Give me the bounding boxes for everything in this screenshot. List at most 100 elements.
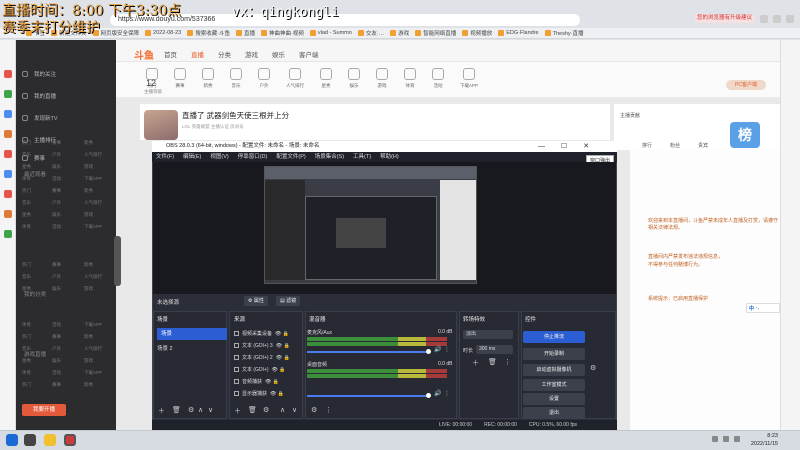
sidebar-category-link[interactable]: 娱乐 [52, 164, 61, 170]
speaker-icon[interactable]: 🔊 [434, 390, 441, 397]
sidebar-category-link[interactable]: 星秀 [22, 358, 31, 364]
sidebar-category-link[interactable]: 赛事 [52, 188, 61, 194]
ime-toolbar[interactable]: 中 ·, [746, 303, 780, 313]
sidebar-category-link[interactable]: 户外 [52, 152, 61, 158]
pc-client-button[interactable]: PC客户端 [726, 80, 766, 90]
douyu-logo[interactable]: 斗鱼 [134, 47, 154, 62]
sidebar-category-link[interactable]: 户外 [52, 346, 61, 352]
scene-up-icon[interactable]: ∧ [198, 406, 203, 414]
sidebar-category-link[interactable]: 活动 [52, 322, 61, 328]
star-icon[interactable] [773, 14, 781, 23]
remove-source-icon[interactable]: 🗑 [248, 406, 257, 414]
category-shortcut[interactable]: 下载APP [460, 62, 478, 97]
sidebar-category-link[interactable]: 热门 [22, 262, 31, 268]
bookmark-item[interactable]: 搜索收藏·斗鱼 [187, 29, 230, 37]
app-icon-green[interactable] [4, 90, 12, 98]
sidebar-category-link[interactable]: 下载APP [84, 322, 102, 328]
sidebar-category-link[interactable]: 新秀 [84, 188, 93, 194]
tab-vip[interactable]: 贵宾 [698, 142, 708, 149]
category-shortcut[interactable]: 人气排行 [286, 62, 304, 97]
sidebar-category-link[interactable]: 人气排行 [84, 200, 102, 206]
sidebar-category-link[interactable]: 音乐 [22, 274, 31, 280]
app-icon-blue-2[interactable] [4, 170, 12, 178]
go-live-button[interactable]: 我要开播 [22, 404, 66, 416]
stop-stream-button[interactable]: 停止推流 [523, 331, 585, 343]
settings-button[interactable]: 设置 [523, 393, 585, 405]
category-shortcut[interactable]: 体育 [404, 62, 416, 97]
extension-icon[interactable] [760, 14, 768, 23]
mixer-volume-knob[interactable] [426, 349, 431, 354]
mixer-settings-icon[interactable]: ⚙ [311, 406, 317, 414]
category-shortcut[interactable]: 新秀 [202, 62, 214, 97]
sidebar-category-link[interactable]: 新秀 [84, 382, 93, 388]
sidebar-category-link[interactable]: 音乐 [22, 152, 31, 158]
sidebar-category-link[interactable]: 星秀 [22, 164, 31, 170]
category-shortcut[interactable]: 音乐 [230, 62, 242, 97]
more-icon[interactable]: ⋮ [444, 390, 450, 397]
sidebar-category-link[interactable]: 娱乐 [52, 286, 61, 292]
nav-tab-client[interactable]: 客户端 [299, 49, 319, 59]
sidebar-category-link[interactable]: 热门 [22, 188, 31, 194]
more-icon[interactable]: ⋮ [444, 346, 450, 353]
minimize-button[interactable]: — [538, 141, 545, 152]
bookmark-item[interactable]: vlad - Summo [309, 30, 352, 36]
app-icon-orange-2[interactable] [4, 210, 12, 218]
tab-fans[interactable]: 粉丝 [670, 142, 680, 149]
mixer-menu-icon[interactable]: ⋮ [325, 406, 332, 414]
sidebar-category-link[interactable]: 赛事 [52, 262, 61, 268]
sidebar-category-link[interactable]: 热门 [22, 334, 31, 340]
add-transition-icon[interactable]: ＋ [472, 358, 479, 368]
sidebar-category-link[interactable]: 赛事 [52, 334, 61, 340]
nav-tab-category[interactable]: 分类 [218, 49, 231, 59]
sidebar-item-my-live[interactable]: 我的直播 [22, 92, 56, 100]
category-shortcut[interactable]: 游戏 [376, 62, 388, 97]
sidebar-scrollbar[interactable] [114, 236, 121, 286]
sidebar-category-link[interactable]: 下载APP [84, 176, 102, 182]
transition-type-select[interactable]: 淡出 [463, 330, 513, 339]
speaker-icon[interactable]: 🔊 [434, 346, 441, 353]
sidebar-category-link[interactable]: 人气排行 [84, 346, 102, 352]
nav-tab-live[interactable]: 直播 [191, 49, 204, 59]
sidebar-category-link[interactable]: 体育 [22, 176, 31, 182]
add-scene-icon[interactable]: ＋ [158, 406, 165, 416]
exit-button[interactable]: 退出 [523, 407, 585, 419]
category-shortcut[interactable]: 赛事 [174, 62, 186, 97]
app-icon-blue[interactable] [4, 110, 12, 118]
sidebar-category-link[interactable]: 体育 [22, 322, 31, 328]
source-item[interactable]: 文本 (GDI+) 👁 🔒 [234, 366, 286, 373]
close-button[interactable]: ✕ [583, 141, 589, 152]
sidebar-category-link[interactable]: 游戏 [84, 212, 93, 218]
sidebar-category-link[interactable]: 星秀 [22, 286, 31, 292]
source-item[interactable]: 音频捕获 👁 🔒 [234, 378, 279, 385]
source-up-icon[interactable]: ∧ [280, 406, 285, 414]
bookmark-item[interactable]: 神曲神曲·视频 [261, 29, 304, 37]
app-icon-green-2[interactable] [4, 230, 12, 238]
category-shortcut[interactable]: 户外 [258, 62, 270, 97]
browser-alert[interactable]: 您的浏览器有升级建议 [693, 14, 755, 23]
obs-menu-item[interactable]: 文件(F) [156, 152, 174, 162]
bookmark-item[interactable]: 视频播放 [462, 29, 492, 37]
source-settings-icon[interactable]: ⚙ [263, 406, 269, 414]
remove-scene-icon[interactable]: 🗑 [172, 406, 181, 414]
bookmark-item[interactable]: EDG·Flandre [498, 30, 539, 36]
start-recording-button[interactable]: 开始录制 [523, 348, 585, 360]
mixer-volume-knob[interactable] [426, 393, 431, 398]
file-explorer-icon[interactable] [44, 434, 56, 446]
bookmark-item[interactable]: Theshy·直播 [544, 29, 584, 37]
sidebar-category-link[interactable]: 体育 [22, 224, 31, 230]
obs-menu-item[interactable]: 帮助(H) [380, 152, 399, 162]
virtual-camera-button[interactable]: 启动虚拟摄像机 [523, 364, 585, 376]
scene-item[interactable]: 场景 2 [157, 344, 173, 352]
sidebar-category-link[interactable]: 户外 [52, 274, 61, 280]
transition-duration-input[interactable]: 300 ms [476, 345, 513, 354]
bookmark-item[interactable]: 游戏 [390, 29, 409, 37]
category-shortcut[interactable]: 星秀 [320, 62, 332, 97]
sidebar-category-link[interactable]: 星秀 [22, 212, 31, 218]
remove-transition-icon[interactable]: 🗑 [488, 358, 497, 366]
menu-icon[interactable] [786, 14, 794, 23]
sidebar-category-link[interactable]: 游戏 [84, 286, 93, 292]
sidebar-category-link[interactable]: 热门 [22, 140, 31, 146]
volume-icon[interactable] [723, 436, 729, 442]
transition-menu-icon[interactable]: ⋮ [504, 358, 511, 366]
source-down-icon[interactable]: ∨ [292, 406, 297, 414]
